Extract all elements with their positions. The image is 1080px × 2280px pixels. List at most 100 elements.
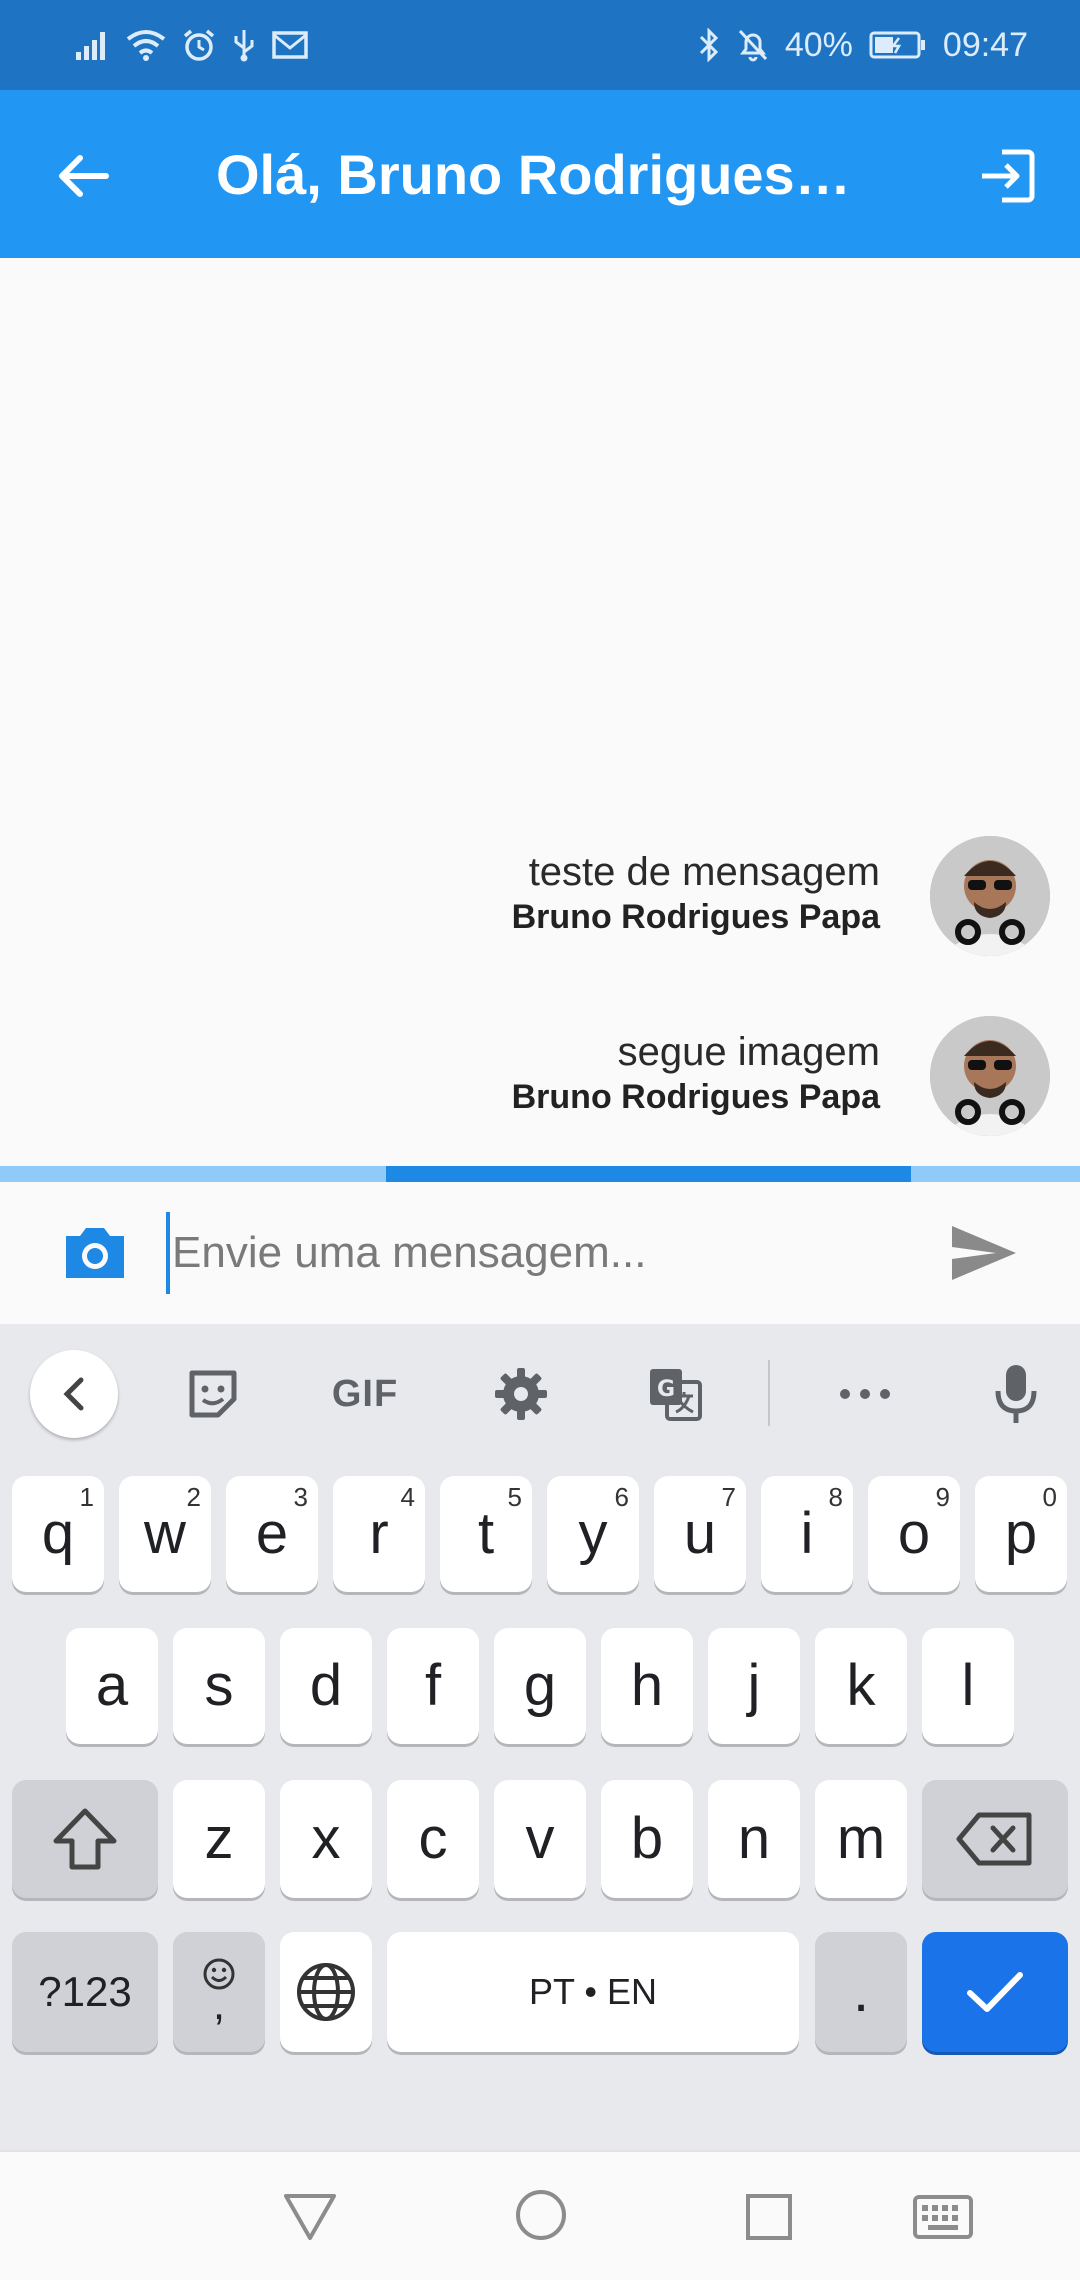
backspace-key[interactable] — [922, 1780, 1068, 1898]
gif-button[interactable]: GIF — [320, 1356, 410, 1432]
key-x[interactable]: x — [280, 1780, 372, 1898]
message-text: segue imagem — [617, 1030, 880, 1074]
space-key[interactable]: PT • EN — [387, 1932, 799, 2052]
globe-icon — [297, 1963, 355, 2021]
page-title: Olá, Bruno Rodrigues Papa — [216, 143, 856, 206]
usb-icon — [232, 28, 256, 62]
list-item: teste de mensagem Bruno Rodrigues Papa — [0, 836, 1080, 966]
avatar — [930, 1016, 1050, 1136]
keyboard-settings-button[interactable] — [486, 1356, 556, 1432]
message-sender: Bruno Rodrigues Papa — [511, 898, 880, 936]
key-y[interactable]: y6 — [547, 1476, 639, 1592]
signal-icon — [76, 30, 110, 60]
checkmark-icon — [967, 1972, 1023, 2012]
logout-button[interactable] — [976, 144, 1040, 208]
message-bubble: segue imagem Bruno Rodrigues Papa — [512, 1028, 880, 1118]
key-m[interactable]: m — [815, 1780, 907, 1898]
key-z[interactable]: z — [173, 1780, 265, 1898]
keyboard-collapse-button[interactable] — [30, 1350, 118, 1438]
exit-to-app-icon — [982, 149, 1035, 203]
key-k[interactable]: k — [815, 1628, 907, 1744]
svg-text:G: G — [657, 1377, 675, 1402]
key-c[interactable]: c — [387, 1780, 479, 1898]
language-key[interactable] — [280, 1932, 372, 2052]
battery-icon — [869, 30, 927, 60]
key-i[interactable]: i8 — [761, 1476, 853, 1592]
key-b[interactable]: b — [601, 1780, 693, 1898]
message-input[interactable] — [166, 1212, 934, 1294]
key-s[interactable]: s — [173, 1628, 265, 1744]
nav-home-button[interactable] — [514, 2188, 568, 2247]
key-a[interactable]: a — [66, 1628, 158, 1744]
list-item: segue imagem Bruno Rodrigues Papa — [0, 1016, 1080, 1146]
message-bubble: teste de mensagem Bruno Rodrigues Papa — [512, 848, 880, 938]
nav-recents-button[interactable] — [744, 2192, 794, 2247]
status-right-icons: 40% 09:47 — [697, 26, 1028, 65]
mail-icon — [272, 30, 308, 60]
key-j[interactable]: j — [708, 1628, 800, 1744]
key-r[interactable]: r4 — [333, 1476, 425, 1592]
key-e[interactable]: e3 — [226, 1476, 318, 1592]
app-bar: Olá, Bruno Rodrigues Papa — [0, 90, 1080, 258]
avatar — [930, 836, 1050, 956]
message-composer — [0, 1182, 1080, 1324]
keyboard-icon — [913, 2195, 973, 2239]
symbols-key[interactable]: ?123 — [12, 1932, 158, 2052]
status-left-icons — [76, 28, 308, 62]
chevron-left-icon — [63, 1377, 84, 1411]
message-sender: Bruno Rodrigues Papa — [511, 1078, 880, 1116]
key-u[interactable]: u7 — [654, 1476, 746, 1592]
wifi-icon — [126, 29, 166, 61]
keyboard-toolbar: GIF G — [0, 1324, 1080, 1462]
translate-button[interactable]: G — [640, 1356, 710, 1432]
alarm-icon — [182, 28, 216, 62]
square-recents-icon — [746, 2194, 792, 2240]
key-g[interactable]: g — [494, 1628, 586, 1744]
toolbar-divider — [768, 1360, 770, 1426]
key-d[interactable]: d — [280, 1628, 372, 1744]
triangle-back-icon — [284, 2194, 336, 2240]
bluetooth-icon — [697, 28, 721, 62]
arrow-back-icon — [59, 155, 109, 197]
key-p[interactable]: p0 — [975, 1476, 1067, 1592]
sticker-button[interactable] — [178, 1356, 248, 1432]
key-h[interactable]: h — [601, 1628, 693, 1744]
key-n[interactable]: n — [708, 1780, 800, 1898]
period-key[interactable]: . — [815, 1932, 907, 2052]
gear-icon — [495, 1368, 547, 1420]
camera-icon — [66, 1228, 124, 1278]
send-button[interactable] — [950, 1222, 1018, 1284]
key-q[interactable]: q1 — [12, 1476, 104, 1592]
key-v[interactable]: v — [494, 1780, 586, 1898]
translate-icon: G — [650, 1369, 702, 1421]
clock-time: 09:47 — [942, 25, 1028, 64]
upload-progress-bar — [0, 1166, 1080, 1182]
nav-keyboard-button[interactable] — [912, 2194, 974, 2245]
key-o[interactable]: o9 — [868, 1476, 960, 1592]
system-navigation-bar — [0, 2150, 1080, 2280]
message-text: teste de mensagem — [528, 850, 880, 894]
camera-button[interactable] — [62, 1222, 128, 1282]
shift-key[interactable] — [12, 1780, 158, 1898]
backspace-icon — [956, 1812, 1032, 1866]
enter-key[interactable] — [922, 1932, 1068, 2052]
key-l[interactable]: l — [922, 1628, 1014, 1744]
emoji-comma-key[interactable]: , — [173, 1932, 265, 2052]
battery-percent: 40% — [784, 25, 853, 64]
key-t[interactable]: t5 — [440, 1476, 532, 1592]
microphone-icon — [995, 1365, 1037, 1423]
nav-back-button[interactable] — [282, 2190, 338, 2247]
send-icon — [952, 1226, 1016, 1280]
key-f[interactable]: f — [387, 1628, 479, 1744]
back-button[interactable] — [52, 144, 116, 208]
circle-home-icon — [516, 2190, 566, 2240]
status-bar: 40% 09:47 — [0, 0, 1080, 90]
voice-input-button[interactable] — [986, 1356, 1046, 1432]
more-horiz-icon — [840, 1389, 890, 1399]
key-w[interactable]: w2 — [119, 1476, 211, 1592]
notifications-off-icon — [737, 28, 769, 62]
upload-progress-fill — [386, 1166, 911, 1182]
more-options-button[interactable] — [830, 1356, 900, 1432]
message-list[interactable]: teste de mensagem Bruno Rodrigues Papa s… — [0, 258, 1080, 1166]
shift-icon — [53, 1808, 117, 1870]
